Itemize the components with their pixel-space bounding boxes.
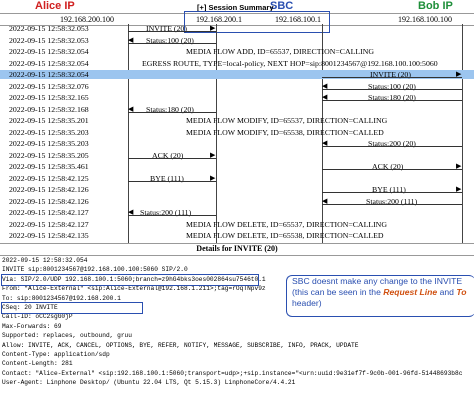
- ladder-row[interactable]: 2022-09-15 12:58:32.054 INVITE (20) ▶: [0, 70, 474, 80]
- sip-line: Content-Type: application/sdp: [2, 351, 110, 359]
- message-arrow: [128, 111, 216, 113]
- sip-line: 2022-09-15 12:58:32.054: [2, 257, 88, 264]
- row-timestamp: 2022-09-15 12:58:35.461: [9, 162, 89, 172]
- arrow-head-icon: ◀: [128, 208, 134, 217]
- ladder-row[interactable]: 2022-09-15 12:58:32.165 Status:180 (20) ◀: [0, 93, 474, 102]
- ladder-row[interactable]: 2022-09-15 12:58:32.054 EGRESS ROUTE, TYP…: [0, 59, 474, 68]
- ladder-row[interactable]: 2022-09-15 12:58:35.201 MEDIA FLOW MODIFY…: [0, 116, 474, 125]
- row-message: EGRESS ROUTE, TYPE=local-policy, NEXT HO…: [142, 58, 438, 68]
- note-line-3: header): [292, 298, 322, 308]
- row-timestamp: 2022-09-15 12:58:42.127: [9, 208, 89, 218]
- row-message: MEDIA FLOW DELETE, ID=65538, DIRECTION=C…: [186, 231, 384, 241]
- arrow-head-icon: ◀: [322, 196, 328, 205]
- ladder-row[interactable]: 2022-09-15 12:58:42.126 BYE (111) ▶: [0, 185, 474, 194]
- arrow-head-icon: ◀: [322, 139, 328, 148]
- row-timestamp: 2022-09-15 12:58:42.125: [9, 173, 89, 183]
- message-arrow: [128, 180, 216, 182]
- bob-ip-label: Bob IP: [418, 0, 453, 12]
- ladder-row[interactable]: 2022-09-15 12:58:35.461 ACK (20) ▶: [0, 162, 474, 171]
- sip-line: Contact: "Alice-External" <sip:192.168.1…: [2, 369, 463, 377]
- arrow-head-icon: ▶: [210, 150, 216, 159]
- ladder-row[interactable]: 2022-09-15 12:58:42.126 Status:200 (111) ◀: [0, 197, 474, 206]
- message-arrow: [322, 88, 462, 90]
- message-arrow: [322, 203, 462, 205]
- message-arrow: [322, 169, 462, 171]
- ladder-row[interactable]: 2022-09-15 12:58:32.168 Status:180 (20) ◀: [0, 105, 474, 114]
- note-line-2: (this can be seen in the Request Line an…: [292, 287, 467, 297]
- sip-line: Content-Length: 281: [2, 360, 73, 368]
- message-arrow: [128, 31, 216, 32]
- bob-ip: 192.168.100.100: [398, 15, 452, 24]
- ladder-row[interactable]: 2022-09-15 12:58:35.203 Status:200 (20) ◀: [0, 139, 474, 148]
- request-line-box: [1, 274, 259, 286]
- row-message: MEDIA FLOW ADD, ID=65537, DIRECTION=CALL…: [186, 47, 374, 57]
- to-header-box: [1, 302, 143, 314]
- arrow-head-icon: ▶: [456, 162, 462, 171]
- ladder-row[interactable]: 2022-09-15 12:58:32.054 MEDIA FLOW ADD, I…: [0, 47, 474, 56]
- row-timestamp: 2022-09-15 12:58:32.168: [9, 104, 89, 114]
- arrow-head-icon: ◀: [322, 93, 328, 102]
- sip-line: Max-Forwards: 69: [2, 322, 62, 330]
- note-line-1: SBC doesnt make any change to the INVITE: [292, 276, 463, 286]
- arrow-head-icon: ▶: [456, 70, 462, 79]
- arrow-head-icon: ◀: [322, 81, 328, 90]
- message-arrow: [322, 192, 462, 194]
- ladder-row[interactable]: 2022-09-15 12:58:32.053 Status:100 (20) ◀: [0, 36, 474, 45]
- note-emph-to: To: [456, 287, 467, 297]
- ladder-row[interactable]: 2022-09-15 12:58:35.203 MEDIA FLOW MODIFY…: [0, 128, 474, 137]
- row-timestamp: 2022-09-15 12:58:42.127: [9, 219, 89, 229]
- ladder-row[interactable]: 2022-09-15 12:58:42.135 MEDIA FLOW DELETE…: [0, 231, 474, 240]
- row-timestamp: 2022-09-15 12:58:32.165: [9, 93, 89, 103]
- row-timestamp: 2022-09-15 12:58:32.054: [9, 47, 89, 57]
- row-timestamp: 2022-09-15 12:58:35.203: [9, 139, 89, 149]
- arrow-head-icon: ▶: [210, 173, 216, 182]
- row-timestamp: 2022-09-15 12:58:35.205: [9, 150, 89, 160]
- message-arrow: [128, 157, 216, 159]
- row-message: MEDIA FLOW MODIFY, ID=65537, DIRECTION=C…: [186, 116, 388, 126]
- alice-ip-label: Alice IP: [35, 0, 75, 12]
- sip-line: User-Agent: Linphone Desktop/ (Ubuntu 22…: [2, 379, 296, 387]
- ladder-row[interactable]: 2022-09-15 12:58:42.127 Status:200 (111) ◀: [0, 208, 474, 217]
- arrow-head-icon: ◀: [128, 35, 134, 44]
- message-arrow: [322, 146, 462, 148]
- ladder-row[interactable]: 2022-09-15 12:58:35.205 ACK (20) ▶: [0, 151, 474, 160]
- ladder-row[interactable]: 2022-09-15 12:58:32.076 Status:100 (20) ◀: [0, 82, 474, 91]
- note-emph-request-line: Request Line: [383, 287, 438, 297]
- message-arrow: [128, 42, 216, 44]
- details-title: Details for INVITE (20): [0, 243, 474, 256]
- arrow-head-icon: ◀: [128, 104, 134, 113]
- arrow-head-icon: ▶: [210, 24, 216, 32]
- ladder-row[interactable]: 2022-09-15 12:58:42.125 BYE (111) ▶: [0, 174, 474, 183]
- message-arrow: [128, 215, 216, 217]
- row-timestamp: 2022-09-15 12:58:32.053: [9, 35, 89, 45]
- ladder-row[interactable]: 2022-09-15 12:58:42.127 MEDIA FLOW DELETE…: [0, 220, 474, 229]
- row-message: MEDIA FLOW DELETE, ID=65537, DIRECTION=C…: [186, 219, 387, 229]
- row-timestamp: 2022-09-15 12:58:35.201: [9, 116, 89, 126]
- sip-line: Supported: replaces, outbound, gruu: [2, 332, 132, 340]
- arrow-head-icon: ▶: [456, 185, 462, 194]
- row-timestamp: 2022-09-15 12:58:35.203: [9, 127, 89, 137]
- annotation-note: SBC doesnt make any change to the INVITE…: [292, 276, 474, 309]
- ladder-row[interactable]: 2022-09-15 12:58:32.053 INVITE (20) ▶: [0, 24, 474, 33]
- row-timestamp: 2022-09-15 12:58:32.054: [9, 58, 89, 68]
- row-timestamp: 2022-09-15 12:58:32.076: [9, 81, 89, 91]
- row-timestamp: 2022-09-15 12:58:32.054: [9, 70, 89, 80]
- ladder-diagram: 2022-09-15 12:58:32.053 INVITE (20) ▶ 2022-…: [0, 24, 474, 243]
- alice-ip: 192.168.200.100: [60, 15, 114, 24]
- row-message: MEDIA FLOW MODIFY, ID=65538, DIRECTION=C…: [186, 127, 384, 137]
- message-arrow: [322, 77, 462, 79]
- sip-line: Allow: INVITE, ACK, CANCEL, OPTIONS, BYE…: [2, 341, 359, 349]
- row-timestamp: 2022-09-15 12:58:42.126: [9, 185, 89, 195]
- row-timestamp: 2022-09-15 12:58:32.053: [9, 24, 89, 33]
- message-arrow: [322, 100, 462, 102]
- row-timestamp: 2022-09-15 12:58:42.135: [9, 231, 89, 241]
- row-timestamp: 2022-09-15 12:58:42.126: [9, 196, 89, 206]
